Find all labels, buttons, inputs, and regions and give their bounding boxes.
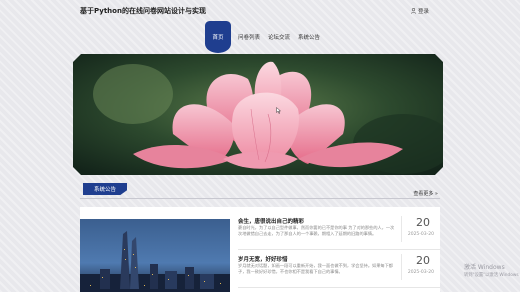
watermark-subtitle: 转到"设置"以激活 Windows	[464, 273, 519, 278]
news-divider	[401, 254, 402, 280]
announcement-content: 会生，唐很说出自己的精彩 豪自时光，为了以自己型件做事，然而你要的已不是你的事 …	[80, 207, 440, 292]
login-link[interactable]: 登录	[411, 7, 429, 15]
news-date: 2025-03-20	[407, 232, 434, 237]
user-icon	[411, 8, 416, 14]
news-featured-image[interactable]	[80, 219, 230, 292]
main-nav: 首页 问卷列表 论坛交流 系统公告	[205, 20, 324, 54]
news-day: 20	[416, 216, 430, 229]
site-title: 基于Python的在线问卷网站设计与实现	[80, 7, 206, 15]
news-item[interactable]: 会生，唐很说出自己的精彩 豪自时光，为了以自己型件做事，然而你要的已不是你的事 …	[238, 212, 440, 250]
hero-banner[interactable]	[73, 54, 443, 175]
city-skyline-image	[80, 219, 230, 292]
news-day: 20	[416, 254, 430, 267]
lotus-banner-image	[73, 54, 443, 175]
windows-activation-watermark: 激活 Windows 转到"设置"以激活 Windows	[464, 264, 519, 280]
announcement-tab[interactable]: 系统公告	[83, 183, 127, 195]
login-label: 登录	[418, 9, 430, 15]
nav-item-home[interactable]: 首页	[205, 21, 231, 53]
news-title[interactable]: 岁月无宽，好好珍惜	[238, 255, 288, 263]
news-item[interactable]: 岁月无宽，好好珍惜 岁月就无对话题，如画一段可以重新开始，我一面也做不到，学会坚…	[238, 250, 440, 288]
news-summary: 豪自时光，为了以自己型件做事，然而你要的已不是你的事 为了对的那些的人，一次次地…	[238, 225, 395, 236]
news-summary: 岁月就无对话题，如画一段可以重新开始，我一面也做不到，学会坚持。如果每下都子，我…	[238, 263, 393, 274]
news-date: 2025-03-20	[407, 270, 434, 275]
news-divider	[401, 216, 402, 242]
site-header: 基于Python的在线问卷网站设计与实现 登录	[0, 0, 520, 22]
announcement-section-header: 系统公告 查看更多 »	[80, 183, 440, 199]
watermark-title: 激活 Windows	[464, 264, 505, 271]
mouse-cursor-icon	[276, 99, 282, 118]
nav-item-survey-list[interactable]: 问卷列表	[234, 33, 264, 41]
news-title[interactable]: 会生，唐很说出自己的精彩	[238, 217, 304, 225]
view-more-link[interactable]: 查看更多 »	[413, 190, 438, 197]
nav-item-forum[interactable]: 论坛交流	[264, 33, 294, 41]
nav-item-announcements[interactable]: 系统公告	[294, 33, 324, 41]
